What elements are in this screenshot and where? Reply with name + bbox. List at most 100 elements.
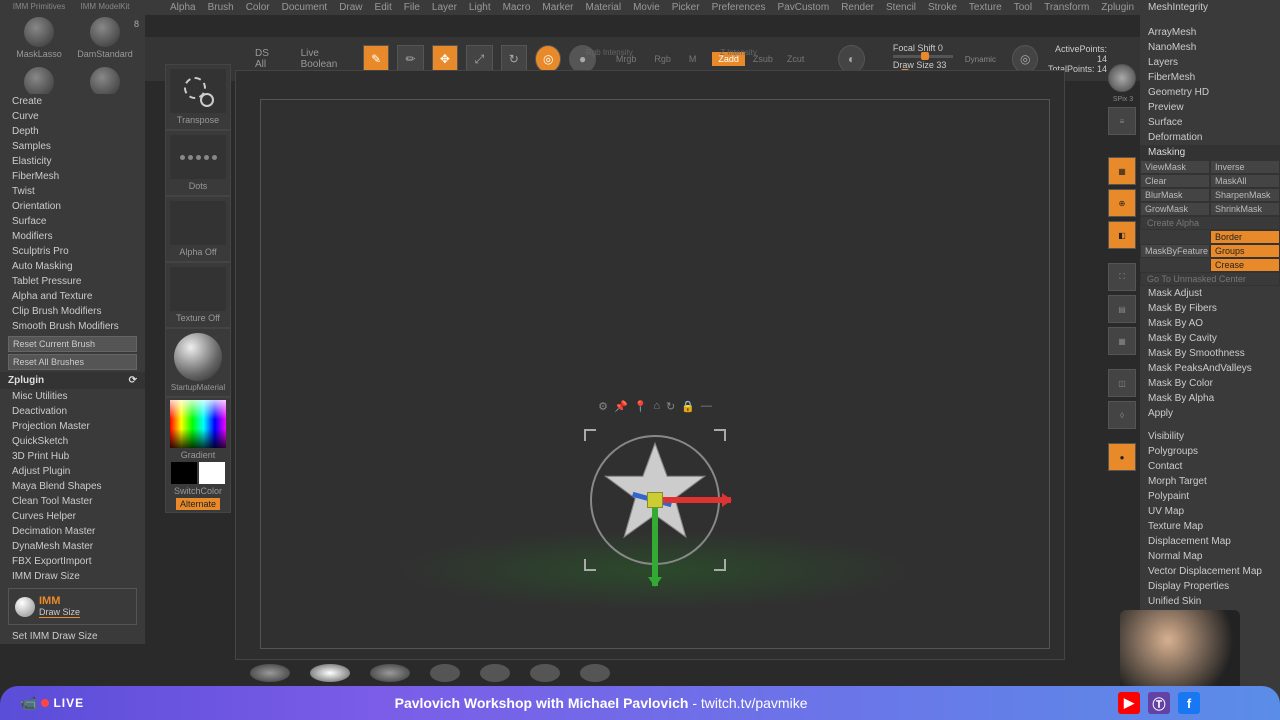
swatch-white[interactable] [199, 462, 225, 484]
menu-zplugin[interactable]: Zplugin [1101, 2, 1134, 13]
mask-btn[interactable]: Inverse [1210, 160, 1280, 174]
left-item[interactable]: Auto Masking [0, 259, 145, 274]
solo-icon[interactable]: ● [1108, 443, 1136, 471]
menu-picker[interactable]: Picker [672, 2, 700, 13]
frame-icon[interactable]: ⛶ [1108, 263, 1136, 291]
right-item[interactable]: Geometry HD [1140, 85, 1280, 100]
gizmo-center[interactable] [647, 492, 663, 508]
color-picker[interactable]: Gradient SwitchColor Alternate [165, 397, 231, 513]
masking-header[interactable]: Masking [1140, 145, 1280, 160]
brush-masklasso[interactable]: MaskLasso [8, 17, 70, 59]
left-item[interactable]: Modifiers [0, 229, 145, 244]
menu-brush[interactable]: Brush [208, 2, 234, 13]
zplugin-item[interactable]: 3D Print Hub [0, 449, 145, 464]
right-item[interactable]: Polygroups [1140, 444, 1280, 459]
zplugin-item[interactable]: FBX ExportImport [0, 554, 145, 569]
reset-button[interactable]: Reset All Brushes [8, 354, 137, 370]
texture-selector[interactable]: Texture Off [165, 262, 231, 328]
m-label[interactable]: M [689, 54, 697, 64]
menu-texture[interactable]: Texture [969, 2, 1002, 13]
thumb-item[interactable] [530, 664, 560, 682]
dynamic-label[interactable]: Dynamic [965, 55, 996, 64]
gear-icon[interactable]: ⚙ [598, 400, 608, 413]
pin-icon[interactable]: 📌 [614, 400, 628, 413]
menu-preferences[interactable]: Preferences [712, 2, 766, 13]
left-item[interactable]: Tablet Pressure [0, 274, 145, 289]
thumb-item[interactable] [310, 664, 350, 682]
mask-btn[interactable]: SharpenMask [1210, 188, 1280, 202]
mask-by-feature[interactable]: MaskByFeature [1140, 244, 1210, 258]
goto-unmasked[interactable]: Go To Unmasked Center [1140, 272, 1280, 286]
menu-macro[interactable]: Macro [503, 2, 531, 13]
zplugin-item[interactable]: QuickSketch [0, 434, 145, 449]
menu-stroke[interactable]: Stroke [928, 2, 957, 13]
left-item[interactable]: Clip Brush Modifiers [0, 304, 145, 319]
youtube-icon[interactable]: ▶ [1118, 692, 1140, 714]
menu-stencil[interactable]: Stencil [886, 2, 916, 13]
facebook-icon[interactable]: f [1178, 692, 1200, 714]
transp-icon[interactable]: ◫ [1108, 369, 1136, 397]
draw-mode-icon[interactable]: ✏ [397, 45, 423, 73]
thumb-item[interactable] [580, 664, 610, 682]
imm-drawsize-box[interactable]: IMMDraw Size [8, 588, 137, 625]
menu-edit[interactable]: Edit [375, 2, 392, 13]
left-item[interactable]: Twist [0, 184, 145, 199]
left-item[interactable]: Samples [0, 139, 145, 154]
menu-movie[interactable]: Movie [633, 2, 660, 13]
alternate-button[interactable]: Alternate [176, 498, 220, 510]
right-item[interactable]: Mask By AO [1140, 316, 1280, 331]
zplugin-item[interactable]: Clean Tool Master [0, 494, 145, 509]
ds-all[interactable]: DS All [255, 48, 281, 70]
right-item[interactable]: MeshIntegrity [1140, 0, 1280, 15]
scale-mode-icon[interactable]: ⤢ [466, 45, 492, 73]
menu-transform[interactable]: Transform [1044, 2, 1089, 13]
menu-alpha[interactable]: Alpha [170, 2, 196, 13]
right-item[interactable]: Mask By Fibers [1140, 301, 1280, 316]
right-item[interactable]: Mask By Color [1140, 376, 1280, 391]
menu-color[interactable]: Color [246, 2, 270, 13]
left-item[interactable]: Alpha and Texture [0, 289, 145, 304]
axis-y[interactable] [652, 506, 658, 586]
home-icon[interactable]: ⌂ [653, 400, 660, 413]
viewport[interactable]: ⚙ 📌 📍 ⌂ ↻ 🔒 — [235, 70, 1065, 660]
right-item[interactable]: Unified Skin [1140, 594, 1280, 609]
mask-btn[interactable]: Clear [1140, 174, 1210, 188]
brush-damstandard[interactable]: DamStandard [74, 17, 136, 59]
right-item[interactable]: Display Properties [1140, 579, 1280, 594]
left-item[interactable]: Orientation [0, 199, 145, 214]
left-item[interactable]: Elasticity [0, 154, 145, 169]
mbf-groups[interactable]: Groups [1210, 244, 1280, 258]
right-item[interactable]: Surface [1140, 115, 1280, 130]
mbf-border[interactable]: Border [1210, 230, 1280, 244]
linefill-icon[interactable]: ▤ [1108, 295, 1136, 323]
menu-pavcustom[interactable]: PavCustom [778, 2, 830, 13]
zplugin-item[interactable]: Adjust Plugin [0, 464, 145, 479]
right-item[interactable]: Mask By Alpha [1140, 391, 1280, 406]
persp-icon[interactable]: ≡ [1108, 107, 1136, 135]
right-item[interactable]: Normal Map [1140, 549, 1280, 564]
right-item[interactable]: UV Map [1140, 504, 1280, 519]
mask-btn[interactable]: ViewMask [1140, 160, 1210, 174]
lsym-icon[interactable]: ◧ [1108, 221, 1136, 249]
gizmo-icon[interactable]: ◎ [535, 45, 561, 73]
target-icon[interactable]: ◎ [1012, 45, 1038, 73]
zcut-button[interactable]: Zcut [781, 52, 811, 66]
thumb-item[interactable] [250, 664, 290, 682]
zplugin-item[interactable]: Deactivation [0, 404, 145, 419]
mask-btn[interactable]: ShrinkMask [1210, 202, 1280, 216]
menu-draw[interactable]: Draw [339, 2, 362, 13]
rgb-label[interactable]: Rgb [654, 54, 671, 64]
left-item[interactable]: Sculptris Pro [0, 244, 145, 259]
right-item[interactable]: Mask By Smoothness [1140, 346, 1280, 361]
brush-indicator-icon[interactable]: ◐ [838, 45, 864, 73]
right-item[interactable]: Vector Displacement Map [1140, 564, 1280, 579]
right-item[interactable]: Preview [1140, 100, 1280, 115]
zplugin-item[interactable]: Decimation Master [0, 524, 145, 539]
left-item[interactable]: FiberMesh [0, 169, 145, 184]
left-item[interactable]: Create [0, 94, 145, 109]
lock-icon[interactable]: 🔒 [681, 400, 695, 413]
material-selector[interactable]: StartupMaterial [165, 328, 231, 397]
menu-layer[interactable]: Layer [432, 2, 457, 13]
right-item[interactable]: Morph Target [1140, 474, 1280, 489]
minus-icon[interactable]: — [701, 400, 712, 413]
